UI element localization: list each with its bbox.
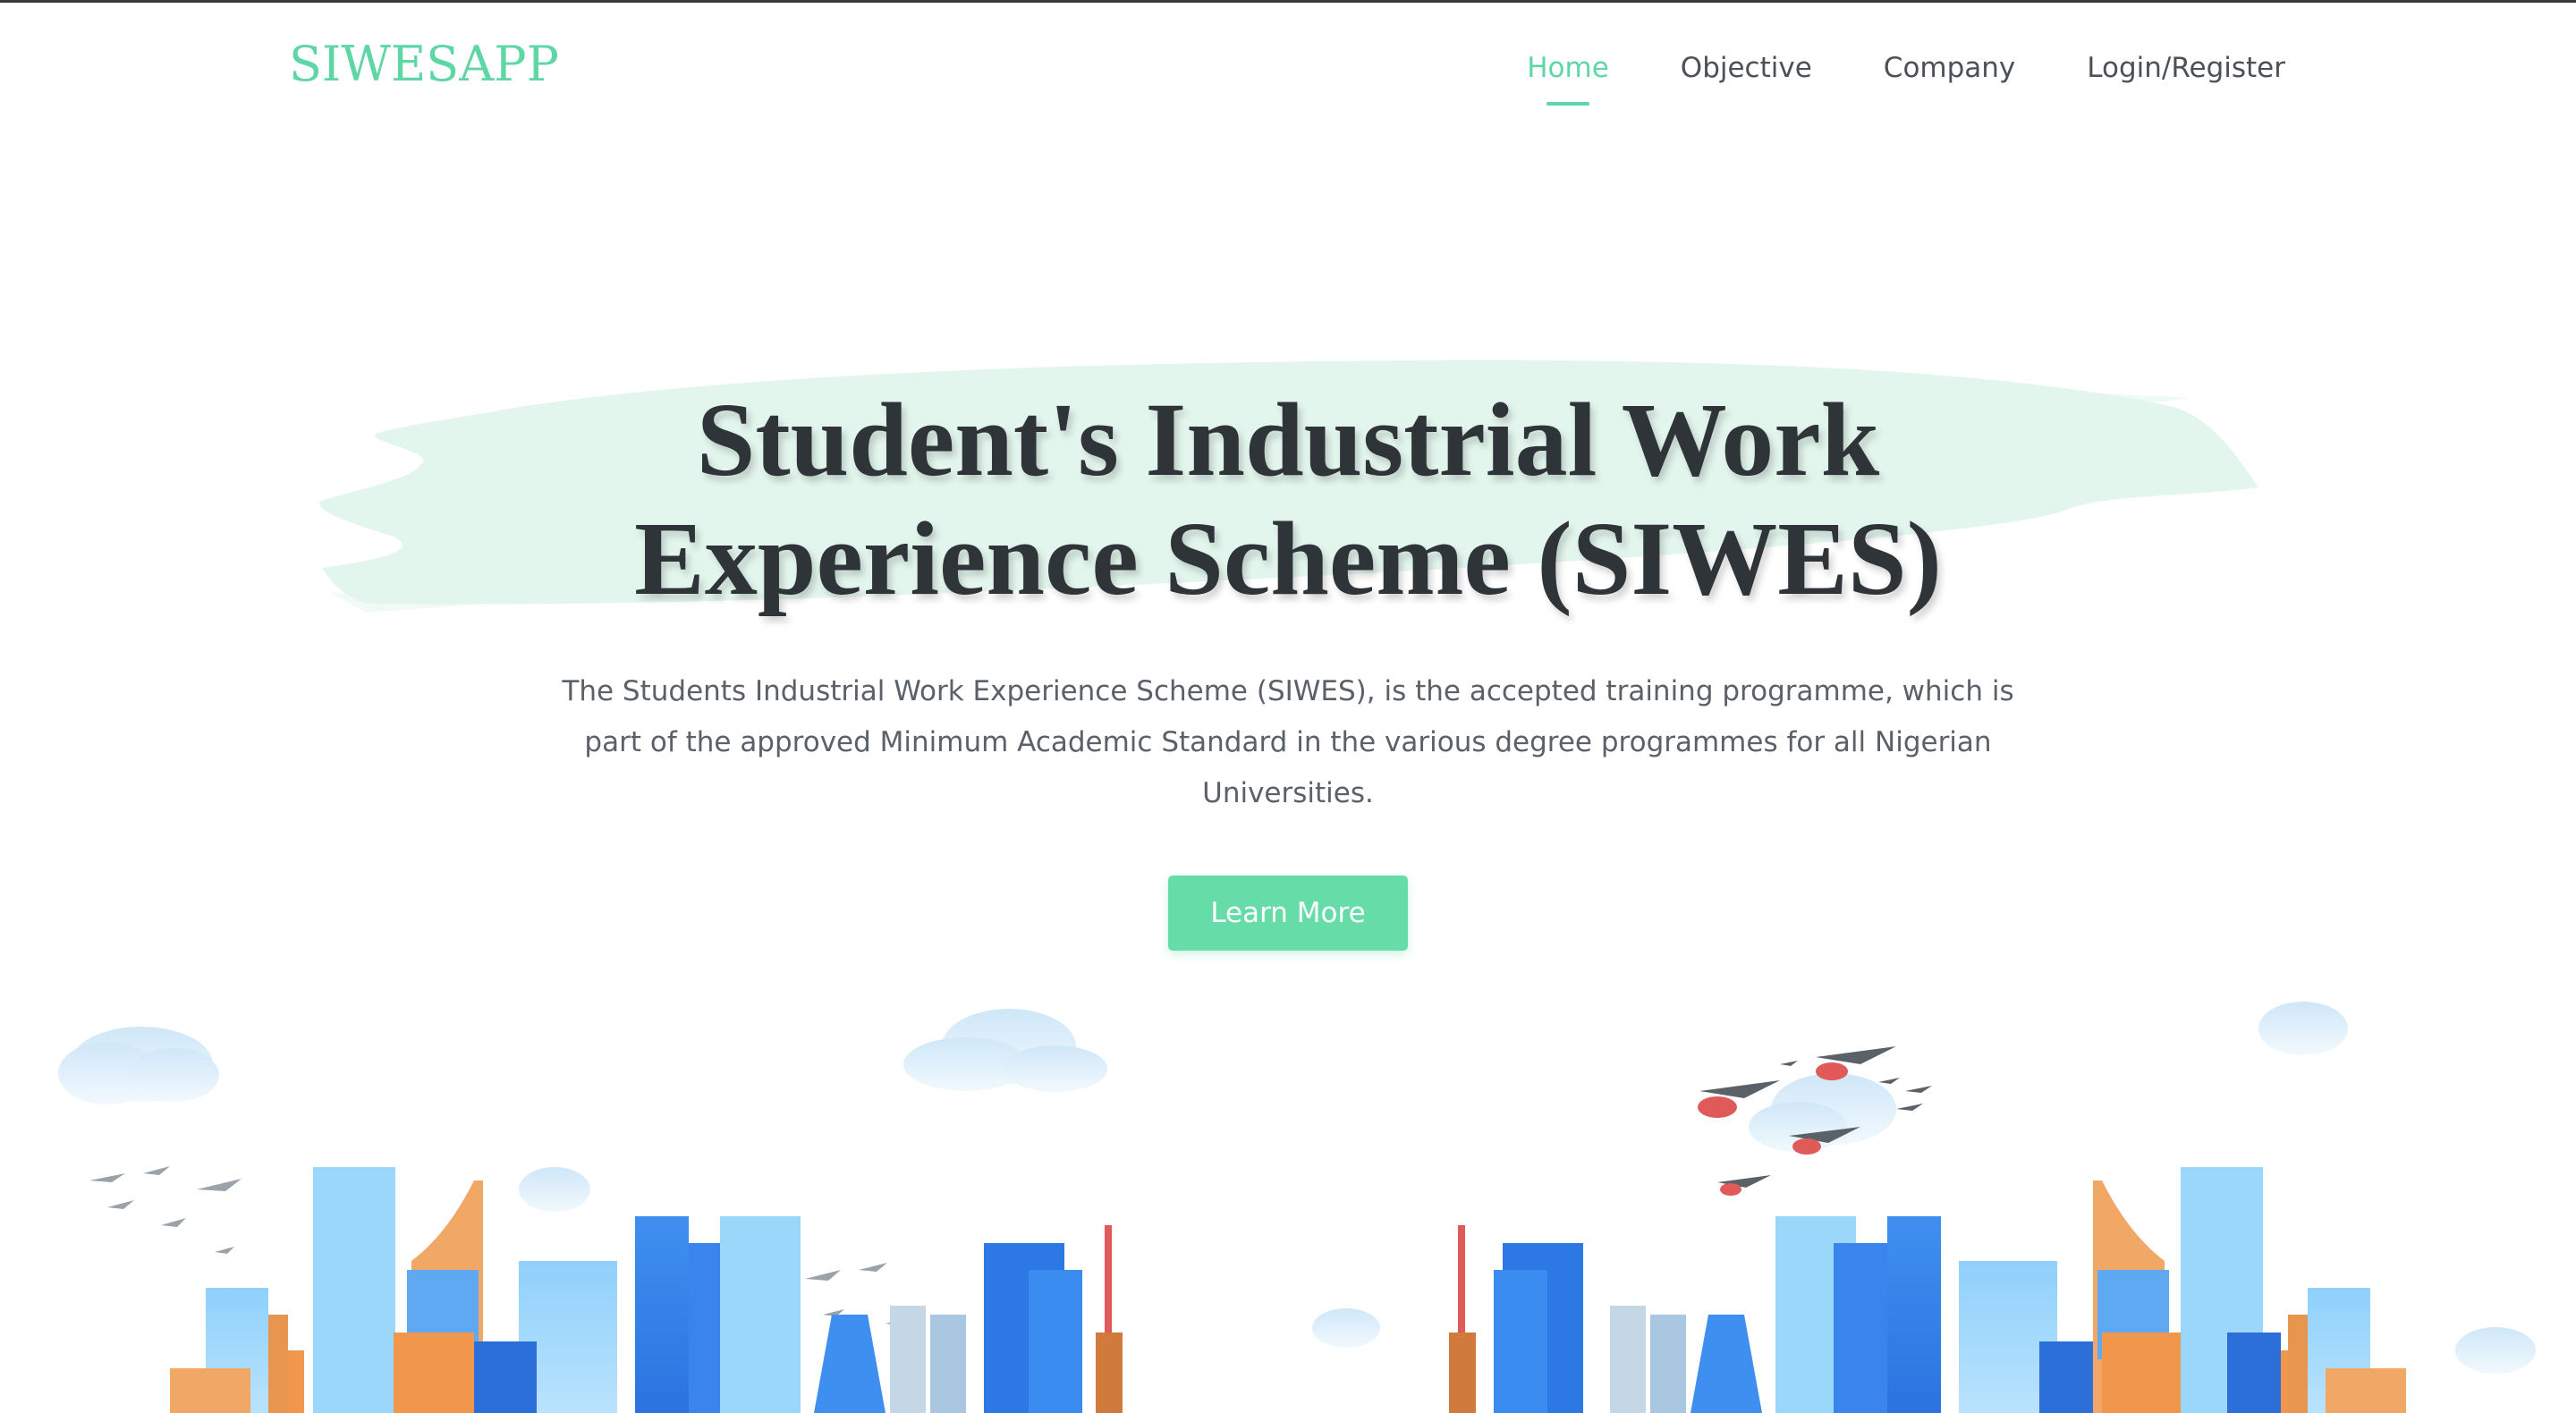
learn-more-button[interactable]: Learn More [1168,876,1408,951]
main-nav: Home Objective Company Login/Register [1455,52,2285,106]
skyscrapers-icon [1494,1167,2406,1413]
hero-description: The Students Industrial Work Experience … [562,675,2014,809]
nav-item-company[interactable]: Company [1884,52,2015,84]
city-skyline-illustration [58,1002,2536,1413]
tv-tower-icon [1449,1225,1476,1413]
top-border [0,0,2576,3]
nav-item-objective[interactable]: Objective [1681,52,1812,84]
hero-title-line1: Student's Industrial Work [696,381,1880,498]
nav-item-label: Home [1527,52,1609,84]
active-indicator [1546,102,1590,106]
brand-logo[interactable]: SIWESAPP [289,36,559,92]
nav-item-home[interactable]: Home [1527,52,1609,106]
hero-title: Student's Industrial Work Experience Sch… [0,380,2576,618]
nav-item-label: Objective [1680,52,1812,84]
nav-item-label: Login/Register [2087,52,2285,84]
nav-item-login-register[interactable]: Login/Register [2087,52,2285,84]
hero-title-line2: Experience Scheme (SIWES) [634,500,1942,617]
nav-item-label: Company [1883,52,2016,84]
skyscrapers-icon [170,1167,1123,1413]
